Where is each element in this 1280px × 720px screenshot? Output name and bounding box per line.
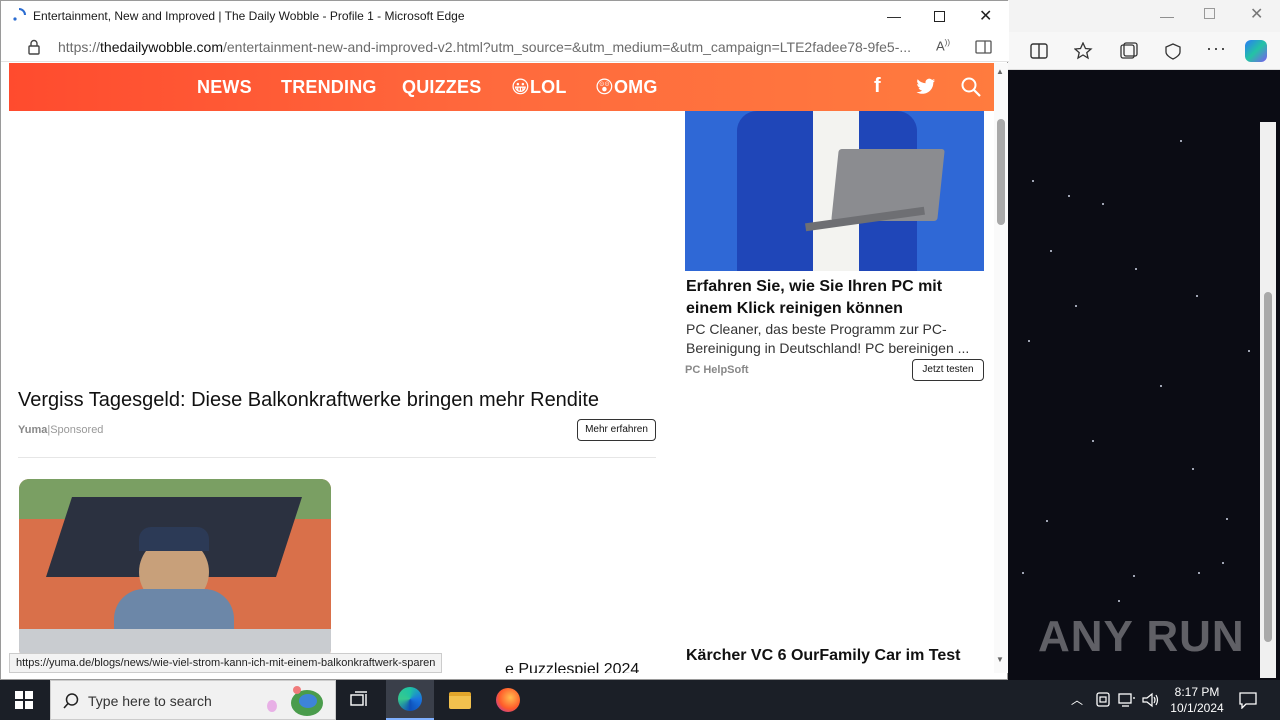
ad-pc-button[interactable]: Jetzt testen [912, 359, 984, 381]
close-icon[interactable]: ✕ [1250, 4, 1263, 24]
page-scrollbar[interactable]: ▲ ▼ [994, 63, 1008, 673]
scroll-up-icon[interactable]: ▲ [996, 67, 1004, 76]
background-titlebar: — ✕ [1008, 0, 1280, 32]
lock-icon[interactable] [27, 39, 41, 55]
more-options-icon[interactable]: ··· [1206, 38, 1227, 59]
taskbar: Type here to search ︿ 8:17 PM 10/1/2024 [0, 680, 1280, 720]
start-button[interactable] [0, 680, 48, 720]
status-bar-link: https://yuma.de/blogs/news/wie-viel-stro… [9, 653, 443, 673]
collections-icon[interactable] [1119, 42, 1139, 60]
clock-date: 10/1/2024 [1170, 701, 1224, 715]
show-hidden-icons[interactable]: ︿ [1071, 691, 1083, 708]
edge-window: Entertainment, New and Improved | The Da… [0, 0, 1009, 680]
browser-essentials-icon[interactable] [1163, 42, 1183, 60]
notifications-icon[interactable] [1239, 691, 1257, 709]
nav-lol[interactable]: 😀LOL [511, 77, 567, 98]
background-scrollbar-thumb[interactable] [1264, 292, 1272, 642]
nav-omg[interactable]: 😲OMG [595, 77, 658, 98]
search-icon [63, 693, 79, 709]
taskbar-search[interactable]: Type here to search [50, 680, 336, 720]
maximize-button[interactable] [934, 11, 945, 22]
anyrun-watermark: ANY RUN [1038, 612, 1245, 661]
twitter-icon[interactable] [916, 78, 936, 95]
background-page-content [1008, 70, 1280, 680]
clock-time: 8:17 PM [1174, 685, 1220, 699]
ad-pc-source: PC HelpSoft [685, 364, 749, 376]
task-view-icon [350, 691, 367, 706]
nav-trending[interactable]: TRENDING [281, 77, 377, 98]
search-highlight-image [263, 686, 333, 716]
divider [18, 457, 656, 458]
read-aloud-icon[interactable]: A)) [936, 38, 950, 53]
close-button[interactable]: ✕ [979, 6, 992, 26]
device-icon[interactable] [1096, 692, 1110, 708]
page-scrollbar-thumb[interactable] [997, 119, 1005, 225]
ad-puzzle-title[interactable]: e Puzzlespiel 2024 [505, 661, 639, 673]
copilot-icon[interactable] [1245, 40, 1267, 62]
ad-balkon-title[interactable]: Vergiss Tagesgeld: Diese Balkonkraftwerk… [18, 389, 599, 412]
search-placeholder: Type here to search [88, 693, 212, 709]
edge-icon [398, 687, 422, 711]
ad-pc-title[interactable]: Erfahren Sie, wie Sie Ihren PC mit einem… [686, 276, 942, 320]
ad-balkon-button[interactable]: Mehr erfahren [577, 419, 656, 441]
page-content: Erfahren Sie, wie Sie Ihren PC mit einem… [9, 111, 994, 673]
ad-balkon-source: Yuma [18, 424, 48, 436]
minimize-icon[interactable]: — [1160, 8, 1174, 24]
ad-pc-description[interactable]: PC Cleaner, das beste Programm zur PC- B… [686, 320, 969, 358]
ad-balkon-sponsored: Sponsored [50, 424, 104, 436]
nav-news[interactable]: NEWS [197, 77, 252, 98]
background-scrollbar[interactable] [1260, 122, 1276, 678]
loading-icon [13, 8, 26, 21]
network-icon[interactable] [1118, 692, 1136, 708]
facebook-icon[interactable]: f [874, 75, 881, 98]
site-navigation: NEWS TRENDING QUIZZES 😀LOL 😲OMG f [9, 63, 994, 111]
ad-image-angry-man[interactable] [19, 479, 331, 659]
taskbar-edge[interactable] [386, 680, 434, 720]
minimize-button[interactable]: — [887, 8, 901, 24]
background-browser-window: — ✕ ··· [1008, 0, 1280, 680]
scroll-down-icon[interactable]: ▼ [996, 655, 1004, 664]
ad-kaercher-title[interactable]: Kärcher VC 6 OurFamily Car im Test [686, 647, 960, 665]
taskbar-firefox[interactable] [484, 680, 532, 720]
task-view-button[interactable] [336, 680, 384, 720]
windows-icon [15, 691, 33, 709]
url-text[interactable]: https://thedailywobble.com/entertainment… [58, 39, 928, 55]
restore-icon[interactable] [1204, 8, 1215, 19]
taskbar-file-explorer[interactable] [436, 680, 484, 720]
background-toolbar: ··· [1008, 32, 1280, 70]
nav-quizzes[interactable]: QUIZZES [402, 77, 481, 98]
ad-balkon-meta: Yuma|Sponsored [18, 424, 103, 436]
window-title: Entertainment, New and Improved | The Da… [33, 9, 465, 23]
search-icon[interactable] [961, 77, 981, 97]
titlebar: Entertainment, New and Improved | The Da… [1, 1, 1009, 32]
split-screen-icon[interactable] [1030, 43, 1048, 59]
volume-icon[interactable] [1142, 692, 1160, 708]
app-available-icon[interactable] [975, 39, 993, 55]
address-bar[interactable]: https://thedailywobble.com/entertainment… [1, 32, 1009, 62]
ad-image-laptop-man[interactable] [685, 111, 984, 271]
folder-icon [449, 691, 471, 709]
favorites-icon[interactable] [1074, 42, 1094, 60]
firefox-icon [496, 688, 520, 712]
clock[interactable]: 8:17 PM 10/1/2024 [1166, 684, 1228, 716]
